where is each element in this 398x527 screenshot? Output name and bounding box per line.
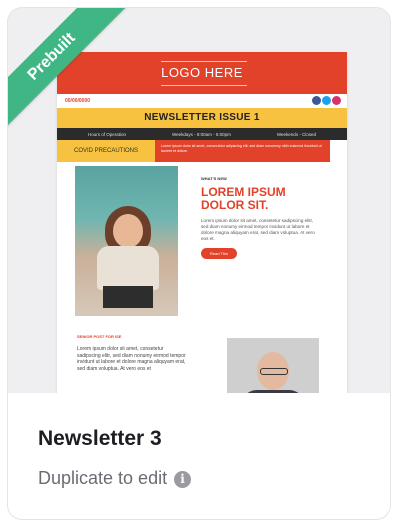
hours-item: Weekdays - 8:00am - 5:00pm [171,131,231,137]
instagram-icon [332,96,341,105]
photo-shorts [103,286,153,308]
feature-section: WHAT'S NEW LOREM IPSUM DOLOR SIT. Lorem … [57,162,347,320]
portrait-glasses [260,368,288,375]
info-icon[interactable]: i [174,471,192,488]
hours-item: Weekends - Closed [276,131,317,137]
template-card[interactable]: Prebuilt LOGO HERE 00/00/0000 NEWSLETTER… [8,8,390,519]
duplicate-hint: Duplicate to edit i [38,468,192,489]
card-footer: Newsletter 3 Duplicate to edit i [8,393,390,519]
section-eyebrow: WHAT'S NEW [201,176,227,181]
photo-shirt [97,246,159,290]
feature-headline: LOREM IPSUM DOLOR SIT. [201,185,286,212]
facebook-icon [312,96,321,105]
covid-text: Lorem ipsum dolor sit amet, consectetur … [155,140,330,162]
duplicate-text: Duplicate to edit [38,468,168,488]
template-preview[interactable]: Prebuilt LOGO HERE 00/00/0000 NEWSLETTER… [8,8,390,393]
newsletter-header: LOGO HERE [57,52,347,94]
twitter-icon [322,96,331,105]
template-title: Newsletter 3 [38,427,162,450]
feature-text: WHAT'S NEW LOREM IPSUM DOLOR SIT. Lorem … [201,176,321,260]
section-body: Lorem ipsum dolor sit amet, consetetur s… [77,346,186,372]
section-label: SENIOR POST FOR ISE [77,334,122,339]
divider [161,85,247,86]
logo-placeholder: LOGO HERE [161,65,243,80]
portrait-photo [227,338,319,393]
covid-label: COVID PRECAUTIONS [57,140,155,162]
covid-banner: COVID PRECAUTIONS Lorem ipsum dolor sit … [57,140,347,162]
divider [161,61,247,62]
feature-body: Lorem ipsum dolor sit amet, consetetur s… [201,218,315,241]
feature-photo [75,166,178,316]
second-section: SENIOR POST FOR ISE Lorem ipsum dolor si… [57,320,347,393]
newsletter-thumbnail: LOGO HERE 00/00/0000 NEWSLETTER ISSUE 1 … [57,52,347,393]
hours-item: Hours of Operation [87,131,126,137]
read-button: Read This [201,248,238,259]
social-icons [312,96,341,105]
photo-face [113,214,143,248]
hours-bar: Hours of Operation Weekdays - 8:00am - 5… [57,128,347,140]
issue-title: NEWSLETTER ISSUE 1 [57,108,347,128]
newsletter-date: 00/00/0000 [65,98,91,104]
newsletter-subbar: 00/00/0000 [57,94,347,108]
